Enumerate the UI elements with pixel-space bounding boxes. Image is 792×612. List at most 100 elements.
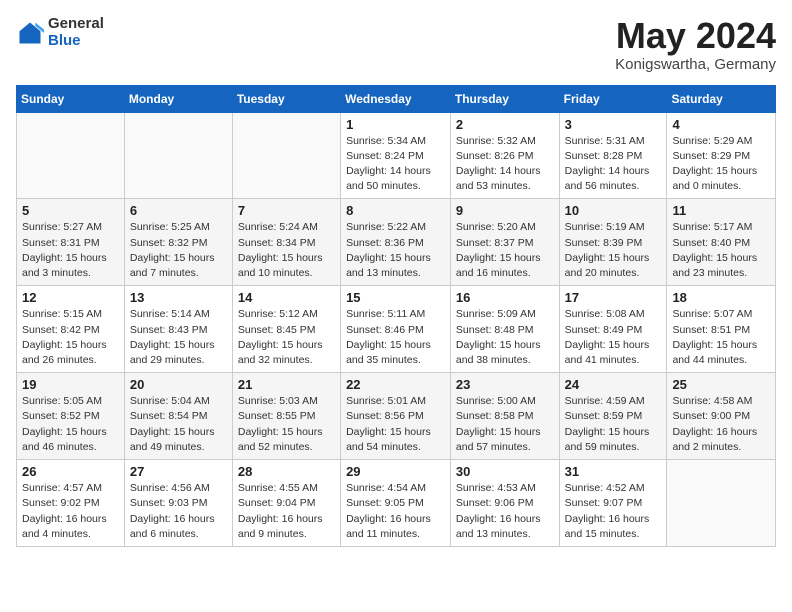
day-number: 12 (22, 290, 119, 305)
day-number: 23 (456, 377, 554, 392)
header-sunday: Sunday (17, 85, 125, 112)
day-number: 10 (565, 203, 662, 218)
calendar-cell: 1 Sunrise: 5:34 AM Sunset: 8:24 PM Daylig… (341, 112, 451, 199)
calendar-cell: 2 Sunrise: 5:32 AM Sunset: 8:26 PM Daylig… (450, 112, 559, 199)
day-info: Sunrise: 4:55 AM Sunset: 9:04 PM Dayligh… (238, 481, 335, 542)
day-info: Sunrise: 5:12 AM Sunset: 8:45 PM Dayligh… (238, 307, 335, 368)
day-info: Sunrise: 5:04 AM Sunset: 8:54 PM Dayligh… (130, 394, 227, 455)
calendar-cell: 4 Sunrise: 5:29 AM Sunset: 8:29 PM Daylig… (667, 112, 776, 199)
week-row-1: 5Sunrise: 5:27 AM Sunset: 8:31 PM Daylig… (17, 199, 776, 286)
day-number: 30 (456, 464, 554, 479)
calendar-cell: 31Sunrise: 4:52 AM Sunset: 9:07 PM Dayli… (559, 460, 667, 547)
calendar-cell: 10 Sunrise: 5:19 AM Sunset: 8:39 PM Dayli… (559, 199, 667, 286)
day-info: Sunrise: 4:57 AM Sunset: 9:02 PM Dayligh… (22, 481, 119, 542)
day-number: 7 (238, 203, 335, 218)
day-info: Sunrise: 5:32 AM Sunset: 8:26 PM Dayligh… (456, 134, 554, 195)
calendar-cell: 13 Sunrise: 5:14 AM Sunset: 8:43 PM Dayli… (124, 286, 232, 373)
header-tuesday: Tuesday (232, 85, 340, 112)
calendar-cell: 22 Sunrise: 5:01 AM Sunset: 8:56 PM Dayli… (341, 373, 451, 460)
day-info: Sunrise: 5:05 AM Sunset: 8:52 PM Dayligh… (22, 394, 119, 455)
calendar-title: May 2024 (615, 16, 776, 56)
logo: General Blue (16, 16, 104, 49)
calendar-subtitle: Konigswartha, Germany (615, 56, 776, 73)
calendar-cell (232, 112, 340, 199)
day-number: 29 (346, 464, 445, 479)
day-number: 18 (672, 290, 770, 305)
day-info: Sunrise: 5:07 AM Sunset: 8:51 PM Dayligh… (672, 307, 770, 368)
calendar-cell: 15Sunrise: 5:11 AM Sunset: 8:46 PM Dayli… (341, 286, 451, 373)
header-saturday: Saturday (667, 85, 776, 112)
day-info: Sunrise: 5:08 AM Sunset: 8:49 PM Dayligh… (565, 307, 662, 368)
day-info: Sunrise: 5:15 AM Sunset: 8:42 PM Dayligh… (22, 307, 119, 368)
calendar-cell: 11 Sunrise: 5:17 AM Sunset: 8:40 PM Dayli… (667, 199, 776, 286)
day-info: Sunrise: 5:29 AM Sunset: 8:29 PM Dayligh… (672, 134, 770, 195)
day-info: Sunrise: 4:53 AM Sunset: 9:06 PM Dayligh… (456, 481, 554, 542)
calendar-cell: 6 Sunrise: 5:25 AM Sunset: 8:32 PM Daylig… (124, 199, 232, 286)
calendar-cell: 18 Sunrise: 5:07 AM Sunset: 8:51 PM Dayli… (667, 286, 776, 373)
day-info: Sunrise: 5:19 AM Sunset: 8:39 PM Dayligh… (565, 220, 662, 281)
logo-blue-text: Blue (48, 33, 104, 50)
day-number: 20 (130, 377, 227, 392)
day-number: 5 (22, 203, 119, 218)
day-info: Sunrise: 4:56 AM Sunset: 9:03 PM Dayligh… (130, 481, 227, 542)
day-number: 2 (456, 117, 554, 132)
week-row-0: 1 Sunrise: 5:34 AM Sunset: 8:24 PM Daylig… (17, 112, 776, 199)
day-info: Sunrise: 5:00 AM Sunset: 8:58 PM Dayligh… (456, 394, 554, 455)
day-number: 13 (130, 290, 227, 305)
day-info: Sunrise: 5:34 AM Sunset: 8:24 PM Dayligh… (346, 134, 445, 195)
calendar-header-row: SundayMondayTuesdayWednesdayThursdayFrid… (17, 85, 776, 112)
calendar-cell: 9 Sunrise: 5:20 AM Sunset: 8:37 PM Daylig… (450, 199, 559, 286)
calendar-cell: 3Sunrise: 5:31 AM Sunset: 8:28 PM Daylig… (559, 112, 667, 199)
logo-general-text: General (48, 16, 104, 33)
calendar-cell: 23 Sunrise: 5:00 AM Sunset: 8:58 PM Dayli… (450, 373, 559, 460)
calendar-cell: 8 Sunrise: 5:22 AM Sunset: 8:36 PM Daylig… (341, 199, 451, 286)
day-info: Sunrise: 4:58 AM Sunset: 9:00 PM Dayligh… (672, 394, 770, 455)
day-number: 6 (130, 203, 227, 218)
calendar-cell (124, 112, 232, 199)
calendar-table: SundayMondayTuesdayWednesdayThursdayFrid… (16, 85, 776, 547)
day-number: 17 (565, 290, 662, 305)
header-monday: Monday (124, 85, 232, 112)
header-friday: Friday (559, 85, 667, 112)
day-info: Sunrise: 5:22 AM Sunset: 8:36 PM Dayligh… (346, 220, 445, 281)
calendar-cell: 21 Sunrise: 5:03 AM Sunset: 8:55 PM Dayli… (232, 373, 340, 460)
header-thursday: Thursday (450, 85, 559, 112)
day-info: Sunrise: 5:20 AM Sunset: 8:37 PM Dayligh… (456, 220, 554, 281)
day-number: 19 (22, 377, 119, 392)
day-number: 4 (672, 117, 770, 132)
title-area: May 2024 Konigswartha, Germany (615, 16, 776, 73)
day-info: Sunrise: 5:25 AM Sunset: 8:32 PM Dayligh… (130, 220, 227, 281)
day-info: Sunrise: 5:01 AM Sunset: 8:56 PM Dayligh… (346, 394, 445, 455)
calendar-cell: 5Sunrise: 5:27 AM Sunset: 8:31 PM Daylig… (17, 199, 125, 286)
calendar-cell (17, 112, 125, 199)
day-info: Sunrise: 5:14 AM Sunset: 8:43 PM Dayligh… (130, 307, 227, 368)
day-number: 9 (456, 203, 554, 218)
day-number: 21 (238, 377, 335, 392)
day-number: 14 (238, 290, 335, 305)
day-info: Sunrise: 5:03 AM Sunset: 8:55 PM Dayligh… (238, 394, 335, 455)
day-number: 8 (346, 203, 445, 218)
day-info: Sunrise: 4:59 AM Sunset: 8:59 PM Dayligh… (565, 394, 662, 455)
day-info: Sunrise: 5:17 AM Sunset: 8:40 PM Dayligh… (672, 220, 770, 281)
calendar-cell: 16Sunrise: 5:09 AM Sunset: 8:48 PM Dayli… (450, 286, 559, 373)
day-number: 11 (672, 203, 770, 218)
day-number: 26 (22, 464, 119, 479)
calendar-cell: 30 Sunrise: 4:53 AM Sunset: 9:06 PM Dayli… (450, 460, 559, 547)
day-number: 31 (565, 464, 662, 479)
day-number: 15 (346, 290, 445, 305)
logo-icon (16, 19, 44, 47)
calendar-cell: 14 Sunrise: 5:12 AM Sunset: 8:45 PM Dayli… (232, 286, 340, 373)
calendar-cell: 20 Sunrise: 5:04 AM Sunset: 8:54 PM Dayli… (124, 373, 232, 460)
day-number: 16 (456, 290, 554, 305)
week-row-4: 26 Sunrise: 4:57 AM Sunset: 9:02 PM Dayli… (17, 460, 776, 547)
day-number: 27 (130, 464, 227, 479)
day-number: 1 (346, 117, 445, 132)
day-number: 22 (346, 377, 445, 392)
week-row-3: 19 Sunrise: 5:05 AM Sunset: 8:52 PM Dayli… (17, 373, 776, 460)
page-header: General Blue May 2024 Konigswartha, Germ… (16, 16, 776, 73)
day-number: 3 (565, 117, 662, 132)
calendar-cell: 7Sunrise: 5:24 AM Sunset: 8:34 PM Daylig… (232, 199, 340, 286)
calendar-cell: 17 Sunrise: 5:08 AM Sunset: 8:49 PM Dayli… (559, 286, 667, 373)
calendar-cell: 24Sunrise: 4:59 AM Sunset: 8:59 PM Dayli… (559, 373, 667, 460)
day-info: Sunrise: 4:54 AM Sunset: 9:05 PM Dayligh… (346, 481, 445, 542)
